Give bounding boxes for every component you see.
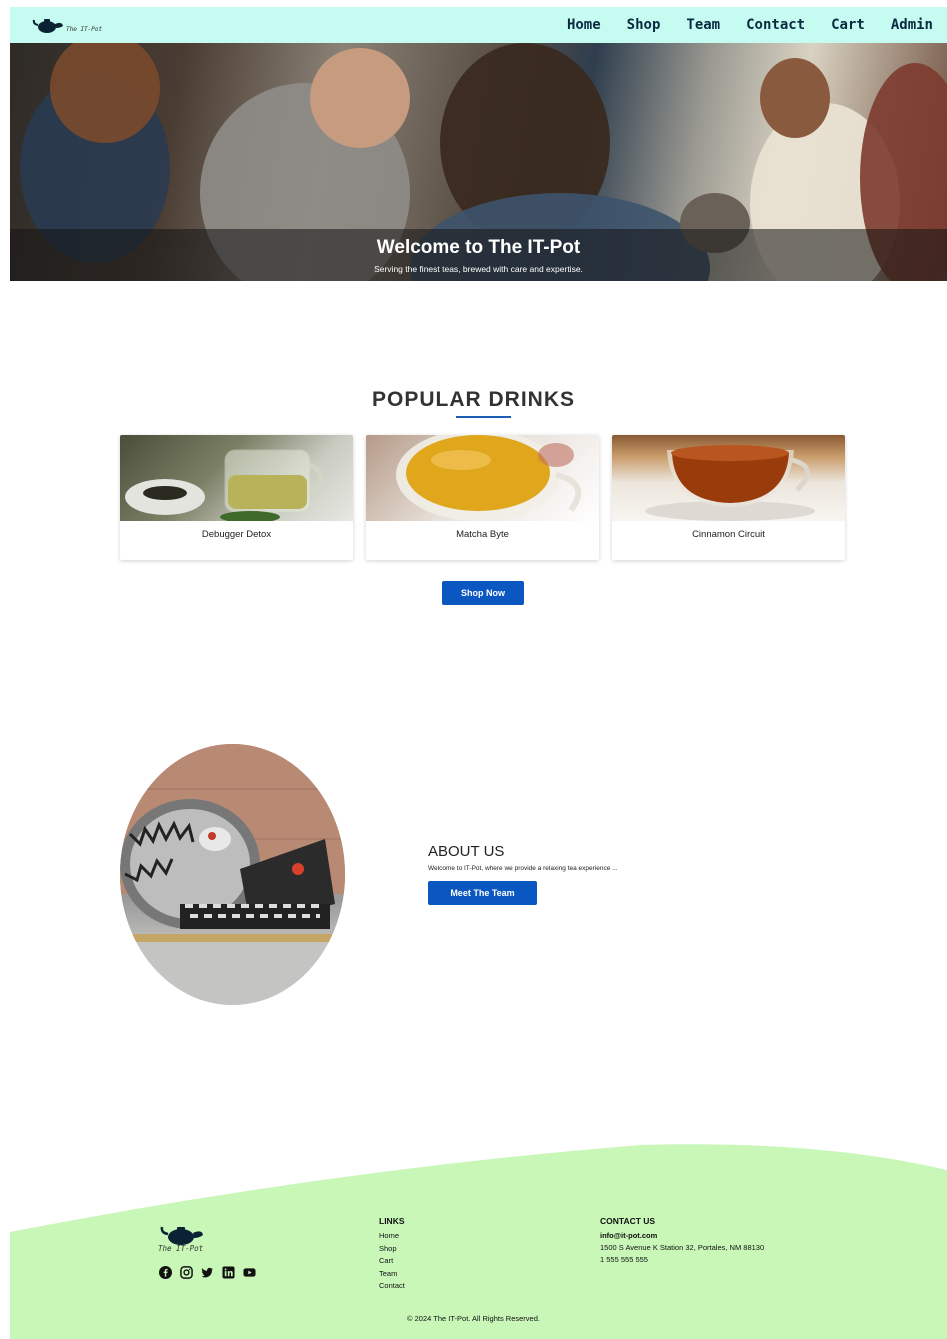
contact-email[interactable]: info@it-pot.com [600, 1231, 764, 1240]
footer-link-home[interactable]: Home [379, 1231, 405, 1240]
nav-link-cart[interactable]: Cart [831, 17, 865, 33]
instagram-icon[interactable] [180, 1266, 193, 1279]
hero-photo-shape [760, 58, 830, 138]
facebook-icon[interactable] [159, 1266, 172, 1279]
youtube-icon[interactable] [243, 1266, 256, 1279]
teapot-icon [32, 19, 63, 33]
hero-subtitle: Serving the finest teas, brewed with car… [374, 264, 583, 274]
nav-link-admin[interactable]: Admin [891, 17, 933, 33]
tea-cup-illustration [396, 435, 582, 521]
hedgehog-mural-illustration [120, 744, 345, 1005]
meet-the-team-button[interactable]: Meet The Team [428, 881, 537, 905]
nav-logo-text: The IT-Pot [66, 26, 103, 33]
hero-title: Welcome to The IT-Pot [376, 237, 581, 258]
tea-liquid [228, 475, 307, 509]
tea-cup-illustration [645, 445, 815, 521]
drink-image [120, 435, 353, 521]
tea-cup-illustration [125, 449, 324, 521]
drink-card[interactable]: Cinnamon Circuit [612, 435, 845, 560]
navbar: The IT-Pot Home Shop Team Contact Cart A… [10, 7, 947, 43]
nav-link-shop[interactable]: Shop [627, 17, 661, 33]
page: The IT-Pot Home Shop Team Contact Cart A… [0, 0, 947, 1339]
about-image [120, 744, 345, 1005]
contact-phone: 1 555 555 555 [600, 1255, 648, 1264]
footer-logo-text: The IT-Pot [158, 1244, 204, 1253]
footer-contact: info@it-pot.com 1500 S Avenue K Station … [600, 1231, 764, 1264]
nav-link-team[interactable]: Team [686, 17, 720, 33]
teapot-icon [160, 1226, 203, 1245]
title-underline [456, 416, 511, 418]
footer-logo[interactable]: The IT-Pot [158, 1222, 204, 1253]
nav-link-home[interactable]: Home [567, 17, 601, 33]
footer-links: Home Shop Cart Team Contact [379, 1231, 405, 1290]
footer-link-cart[interactable]: Cart [379, 1256, 405, 1265]
copyright: © 2024 The IT-Pot. All Rights Reserved. [407, 1314, 540, 1323]
footer-link-shop[interactable]: Shop [379, 1244, 405, 1253]
drink-card[interactable]: Debugger Detox [120, 435, 353, 560]
shop-now-button[interactable]: Shop Now [442, 581, 524, 605]
nav-link-contact[interactable]: Contact [746, 17, 805, 33]
footer-link-contact[interactable]: Contact [379, 1281, 405, 1290]
linkedin-icon[interactable] [222, 1266, 235, 1279]
hero-banner: Welcome to The IT-Pot Serving the finest… [10, 43, 947, 281]
drink-name: Cinnamon Circuit [692, 529, 765, 540]
drink-image [612, 435, 845, 521]
contact-address: 1500 S Avenue K Station 32, Portales, NM… [600, 1243, 765, 1252]
footer-links-title: LINKS [379, 1216, 405, 1226]
hero-caption: Welcome to The IT-Pot Serving the finest… [10, 229, 947, 281]
nav-links: Home Shop Team Contact Cart Admin [567, 17, 933, 33]
drink-name: Matcha Byte [456, 529, 509, 540]
twitter-icon[interactable] [201, 1266, 214, 1279]
hero-photo-shape [310, 48, 410, 148]
drink-card[interactable]: Matcha Byte [366, 435, 599, 560]
drink-cards: Debugger Detox Matcha Byte Cinnamon Circ… [120, 435, 845, 560]
popular-drinks-title: POPULAR DRINKS [371, 388, 575, 411]
about-text: Welcome to IT-Pot, where we provide a re… [428, 865, 618, 872]
footer-link-team[interactable]: Team [379, 1269, 405, 1278]
tea-liquid [406, 435, 550, 511]
nav-logo[interactable]: The IT-Pot [32, 15, 102, 35]
drink-image [366, 435, 599, 521]
footer-contact-title: CONTACT US [600, 1216, 656, 1226]
footer-background [10, 1144, 947, 1339]
drink-name: Debugger Detox [201, 529, 272, 540]
about-title: ABOUT US [428, 843, 505, 860]
social-links [159, 1266, 256, 1279]
